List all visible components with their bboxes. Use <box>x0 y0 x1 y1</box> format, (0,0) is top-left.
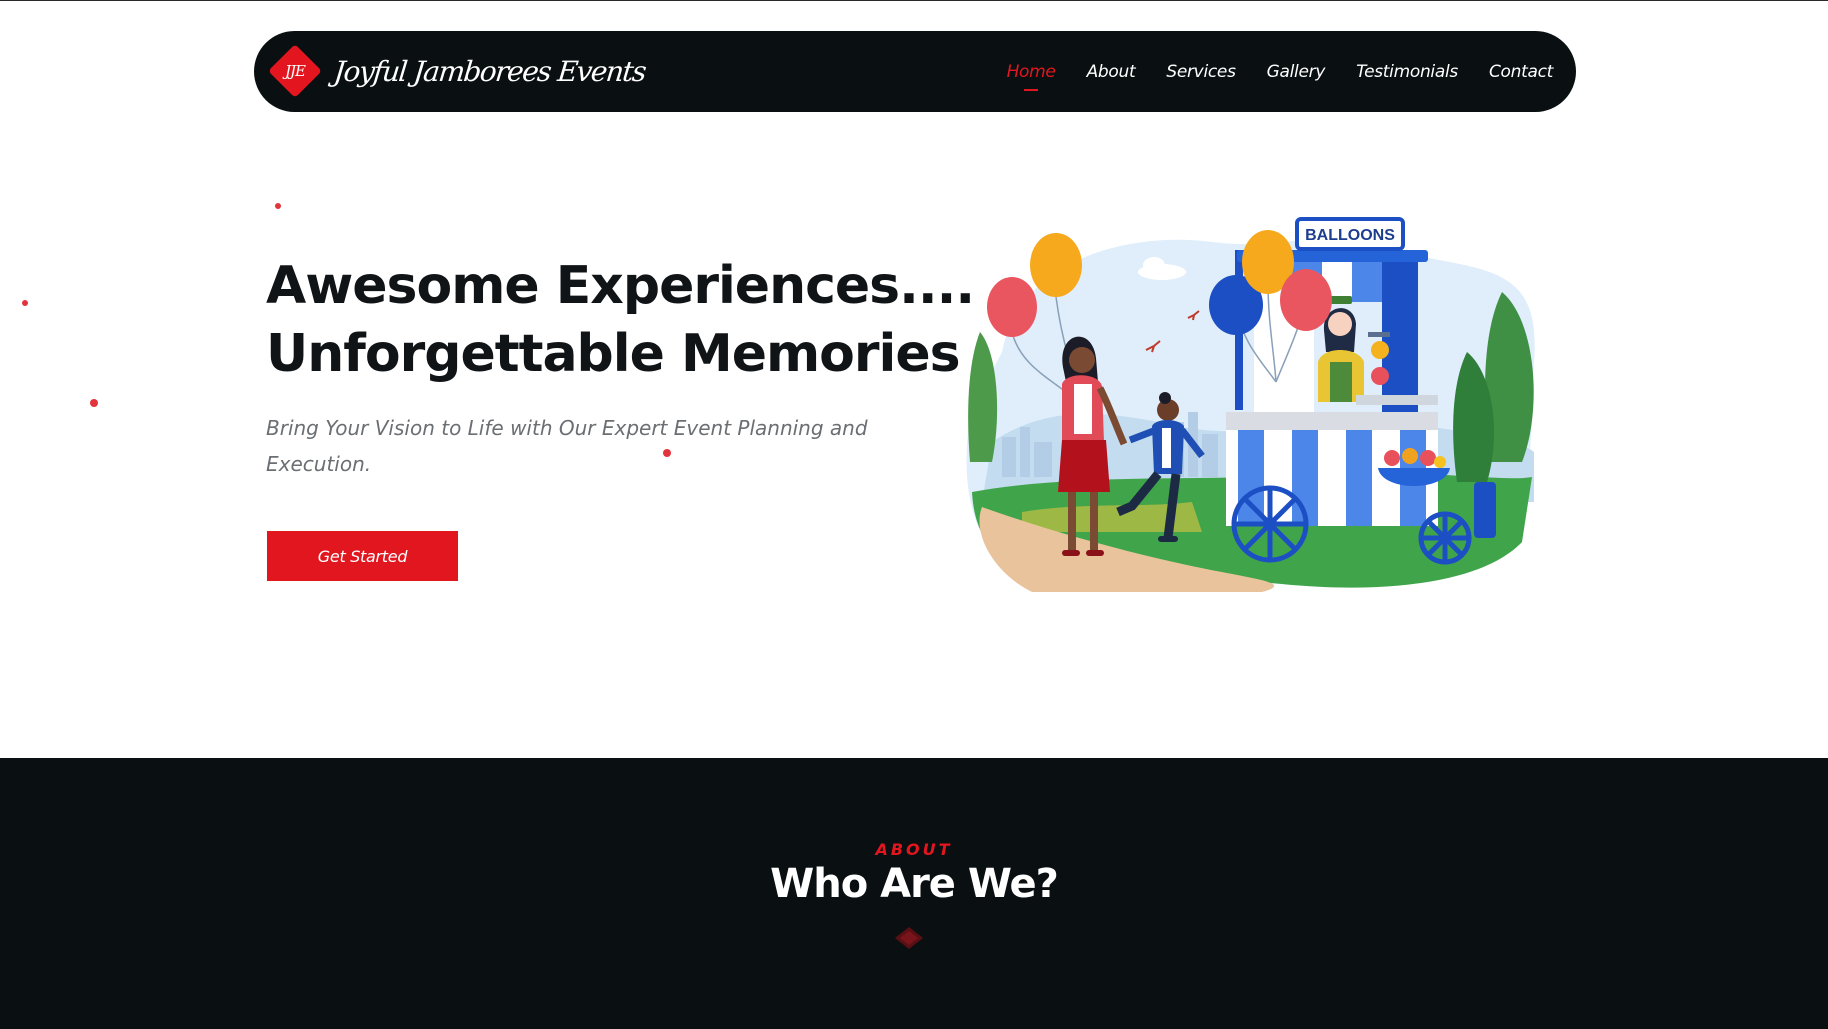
hero-title-line-1: Awesome Experiences.... <box>266 256 975 316</box>
top-border <box>0 0 1828 1</box>
decorative-dot <box>22 300 28 306</box>
main-nav: Home About Services Gallery Testimonials… <box>976 31 1553 112</box>
nav-item-label: Services <box>1166 61 1236 82</box>
about-title: Who Are We? <box>770 861 1059 907</box>
nav-item-gallery[interactable]: Gallery <box>1266 61 1326 82</box>
logo-wordmark: Joyful Jamborees Events <box>332 54 647 88</box>
nav-item-about[interactable]: About <box>1087 62 1136 82</box>
navbar: JJE Joyful Jamborees Events Home About S… <box>254 31 1576 112</box>
balloons-sign: BALLOONS <box>1305 227 1395 244</box>
hero-title: Awesome Experiences.... Unforgettable Me… <box>266 252 975 388</box>
nav-item-label: Testimonials <box>1356 61 1458 82</box>
logo-badge-icon: JJE <box>268 44 322 98</box>
about-section: ABOUT Who Are We? <box>0 758 1828 1029</box>
hero-title-line-2: Unforgettable Memories <box>266 324 961 384</box>
nav-item-home[interactable]: Home <box>1006 61 1056 91</box>
get-started-button[interactable]: Get Started <box>267 531 458 581</box>
active-indicator <box>1024 88 1039 91</box>
nav-item-testimonials[interactable]: Testimonials <box>1356 62 1458 82</box>
balloon-stand-illustration: BALLOONS <box>966 217 1535 592</box>
diamond-ornament-icon <box>895 927 923 949</box>
decorative-dot <box>90 399 98 407</box>
brand-logo[interactable]: JJE Joyful Jamborees Events <box>268 44 647 98</box>
nav-item-label: Contact <box>1488 61 1553 82</box>
hero-subtitle: Bring Your Vision to Life with Our Exper… <box>266 416 868 476</box>
about-eyebrow: ABOUT <box>875 840 953 859</box>
nav-item-contact[interactable]: Contact <box>1489 62 1553 82</box>
nav-item-label: Home <box>1006 61 1056 82</box>
nav-item-services[interactable]: Services <box>1166 61 1236 82</box>
nav-item-label: Gallery <box>1266 61 1326 82</box>
decorative-dot <box>275 203 281 209</box>
nav-item-label: About <box>1086 61 1136 82</box>
